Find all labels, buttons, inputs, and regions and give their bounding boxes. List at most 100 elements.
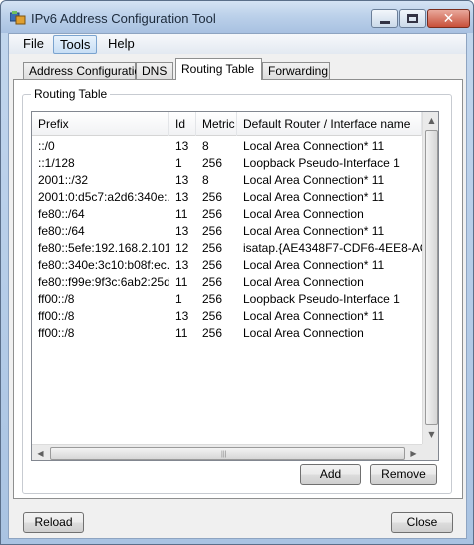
minimize-icon xyxy=(379,20,390,24)
menu-tools[interactable]: Tools xyxy=(53,35,98,54)
cell-router: Local Area Connection* 11 xyxy=(243,224,385,238)
cell-id: 1 xyxy=(175,156,182,170)
table-row[interactable]: fe80::5efe:192.168.2.101... 12 256 isatap.{… xyxy=(32,240,422,257)
menu-file[interactable]: File xyxy=(17,35,50,54)
close-icon: ✕ xyxy=(442,10,455,27)
list-body: ::/0 13 8 Local Area Connection* 11::1/128 1… xyxy=(32,138,422,342)
maximize-icon xyxy=(407,14,418,23)
cell-router: Local Area Connection* 11 xyxy=(243,309,385,323)
client-area: File Tools Help Address Configuration DN… xyxy=(8,33,467,539)
cell-metric: 256 xyxy=(202,207,223,221)
routing-table-group: Routing Table Prefix Id Metric Default R… xyxy=(22,87,452,494)
maximize-button[interactable] xyxy=(399,9,426,28)
cell-router: Loopback Pseudo-Interface 1 xyxy=(243,292,400,306)
cell-prefix: fe80::5efe:192.168.2.101... xyxy=(38,241,169,255)
reload-button[interactable]: Reload xyxy=(23,512,84,533)
table-row[interactable]: fe80::/64 11 256 Local Area Connection xyxy=(32,206,422,223)
table-row[interactable]: fe80::f99e:9f3c:6ab2:25d... 11 256 Local Ar… xyxy=(32,274,422,291)
cell-prefix: 2001:0:d5c7:a2d6:340e:... xyxy=(38,190,169,204)
cell-metric: 8 xyxy=(202,173,209,187)
cell-id: 11 xyxy=(175,326,188,340)
cell-metric: 256 xyxy=(202,156,223,170)
window-title: IPv6 Address Configuration Tool xyxy=(31,11,216,26)
cell-prefix: fe80::f99e:9f3c:6ab2:25d... xyxy=(38,275,169,289)
cell-router: Local Area Connection xyxy=(243,326,364,340)
cell-prefix: fe80::/64 xyxy=(38,207,85,221)
scroll-corner xyxy=(422,444,438,460)
close-button[interactable]: Close xyxy=(391,512,453,533)
minimize-button[interactable] xyxy=(371,9,398,28)
scroll-right-icon[interactable]: ▶ xyxy=(405,445,422,460)
cell-router: Local Area Connection* 11 xyxy=(243,139,385,153)
cell-id: 11 xyxy=(175,275,188,289)
horizontal-scrollbar[interactable]: ◀ ||| ▶ xyxy=(32,444,422,460)
column-header-id[interactable]: Id xyxy=(169,112,196,136)
tab-address-configuration[interactable]: Address Configuration xyxy=(23,62,148,80)
cell-metric: 256 xyxy=(202,326,223,340)
add-button[interactable]: Add xyxy=(300,464,361,485)
cell-router: Loopback Pseudo-Interface 1 xyxy=(243,156,400,170)
column-header-metric[interactable]: Metric xyxy=(196,112,237,136)
cell-id: 11 xyxy=(175,207,188,221)
vertical-scrollbar[interactable]: ▲ ▼ xyxy=(422,112,438,444)
cell-router: Local Area Connection xyxy=(243,207,364,221)
vertical-scroll-thumb[interactable] xyxy=(425,130,438,425)
table-row[interactable]: fe80::/64 13 256 Local Area Connection* 11 xyxy=(32,223,422,240)
table-row[interactable]: ff00::/8 13 256 Local Area Connection* 11 xyxy=(32,308,422,325)
cell-prefix: ::/0 xyxy=(38,139,55,153)
cell-metric: 256 xyxy=(202,309,223,323)
cell-metric: 256 xyxy=(202,224,223,238)
cell-router: Local Area Connection* 11 xyxy=(243,173,385,187)
list-header: Prefix Id Metric Default Router / Interf… xyxy=(32,112,422,136)
grip-icon: ||| xyxy=(221,451,227,458)
cell-metric: 8 xyxy=(202,139,209,153)
cell-metric: 256 xyxy=(202,292,223,306)
cell-router: Local Area Connection* 11 xyxy=(243,258,385,272)
menu-help[interactable]: Help xyxy=(102,35,141,54)
window-close-button[interactable]: ✕ xyxy=(427,9,470,28)
cell-id: 13 xyxy=(175,173,189,187)
app-window: IPv6 Address Configuration Tool ✕ File T… xyxy=(0,0,474,545)
menu-bar: File Tools Help xyxy=(9,34,466,54)
routing-table-list[interactable]: Prefix Id Metric Default Router / Interf… xyxy=(31,111,439,461)
cell-prefix: ff00::/8 xyxy=(38,326,75,340)
scroll-left-icon[interactable]: ◀ xyxy=(32,445,49,460)
routing-table-panel: Routing Table Prefix Id Metric Default R… xyxy=(13,79,463,499)
table-row[interactable]: ff00::/8 11 256 Local Area Connection xyxy=(32,325,422,342)
cell-router: Local Area Connection xyxy=(243,275,364,289)
cell-prefix: ff00::/8 xyxy=(38,309,75,323)
cell-router: isatap.{AE4348F7-CDF6-4EE8-AC6 xyxy=(243,241,422,255)
cell-id: 13 xyxy=(175,139,189,153)
tab-forwarding[interactable]: Forwarding xyxy=(262,62,330,80)
scroll-up-icon[interactable]: ▲ xyxy=(423,112,438,129)
column-header-prefix[interactable]: Prefix xyxy=(32,112,169,136)
horizontal-scroll-thumb[interactable]: ||| xyxy=(50,447,405,460)
cell-router: Local Area Connection* 11 xyxy=(243,190,385,204)
remove-button[interactable]: Remove xyxy=(370,464,437,485)
table-row[interactable]: fe80::340e:3c10:b08f:ec... 13 256 Local Are… xyxy=(32,257,422,274)
tab-routing-table[interactable]: Routing Table xyxy=(175,58,262,80)
tab-dns[interactable]: DNS xyxy=(136,62,173,80)
cell-metric: 256 xyxy=(202,190,223,204)
cell-id: 13 xyxy=(175,190,189,204)
table-row[interactable]: ::1/128 1 256 Loopback Pseudo-Interface 1 xyxy=(32,155,422,172)
column-header-router[interactable]: Default Router / Interface name xyxy=(237,112,422,136)
cell-prefix: 2001::/32 xyxy=(38,173,89,187)
cell-id: 13 xyxy=(175,309,189,323)
cell-prefix: ff00::/8 xyxy=(38,292,75,306)
table-row[interactable]: ::/0 13 8 Local Area Connection* 11 xyxy=(32,138,422,155)
scroll-down-icon[interactable]: ▼ xyxy=(423,426,438,443)
title-bar[interactable]: IPv6 Address Configuration Tool ✕ xyxy=(1,1,473,33)
table-row[interactable]: 2001::/32 13 8 Local Area Connection* 11 xyxy=(32,172,422,189)
cell-metric: 256 xyxy=(202,258,223,272)
cell-id: 13 xyxy=(175,258,189,272)
cell-metric: 256 xyxy=(202,241,223,255)
group-label: Routing Table xyxy=(31,87,111,101)
cell-prefix: fe80::340e:3c10:b08f:ec... xyxy=(38,258,169,272)
cell-prefix: ::1/128 xyxy=(38,156,75,170)
cell-prefix: fe80::/64 xyxy=(38,224,85,238)
table-row[interactable]: ff00::/8 1 256 Loopback Pseudo-Interface 1 xyxy=(32,291,422,308)
cell-id: 1 xyxy=(175,292,182,306)
cell-id: 12 xyxy=(175,241,189,255)
table-row[interactable]: 2001:0:d5c7:a2d6:340e:... 13 256 Local Area… xyxy=(32,189,422,206)
